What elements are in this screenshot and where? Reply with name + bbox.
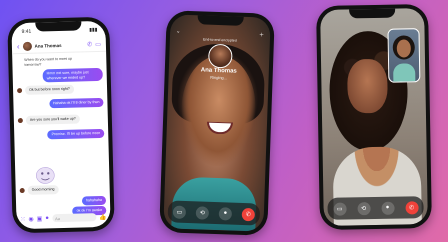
minimize-icon[interactable]: ⌄ [176, 29, 180, 36]
camera-flip-icon[interactable]: ⟲ [356, 201, 371, 215]
self-view-body [393, 63, 416, 82]
message-bubble: Good morning [27, 185, 59, 195]
chat-header: ‹ Ana Thomas ✆ ▭ [11, 36, 107, 55]
self-view-face [396, 39, 411, 58]
contact-avatar[interactable] [22, 41, 32, 51]
header-actions: ✆ ▭ [87, 40, 101, 47]
microphone-icon[interactable]: ● [380, 201, 395, 215]
message-list: When do you want to meet up tomorrow? Hm… [16, 54, 107, 216]
self-view-pip[interactable] [387, 28, 421, 83]
message-bubble: hahahaha [81, 195, 107, 206]
phone-call-icon[interactable]: ✆ [87, 41, 92, 48]
status-time: 9:41 [21, 28, 32, 35]
mic-icon[interactable]: ● [45, 215, 49, 221]
end-call-icon[interactable]: ✆ [404, 200, 419, 214]
phone-notch [349, 8, 396, 19]
video-icon[interactable]: ▭ [332, 202, 347, 216]
back-arrow-icon[interactable]: ‹ [17, 42, 20, 51]
end-call-icon[interactable]: ✆ [241, 207, 256, 221]
message-bubble: Hmm not sure, maybe just wherever we end… [42, 67, 103, 83]
image-icon[interactable]: ▣ [37, 215, 43, 222]
message-bubble: Promise. I'll be up before noon [47, 128, 105, 140]
message-bubble: When do you want to meet up tomorrow? [24, 56, 73, 67]
menu-dots-icon[interactable]: ⁙ [20, 215, 25, 222]
chat-screen: 9:41 ▮▮▮ ‹ Ana Thomas ✆ ▭ When do you wa… [11, 20, 111, 230]
chat-phone: 9:41 ▮▮▮ ‹ Ana Thomas ✆ ▭ When do you wa… [7, 16, 115, 234]
composer-bar: ⁙ ◉ ▣ ● Aa 👍 [20, 211, 107, 225]
message-bubble: Hahaha ok I'll 8 diner by then [48, 97, 104, 108]
camera-flip-icon[interactable]: ⟲ [195, 205, 210, 220]
contact-name[interactable]: Ana Thomas [35, 42, 85, 48]
contact-avatar-small [17, 88, 23, 94]
message-input[interactable]: Aa [51, 213, 97, 223]
call-screen: ⌄ ＋ End-to-end encrypted Ana Thomas Ring… [163, 14, 271, 232]
video-call-screen: ▭ ⟲ ● ✆ [320, 8, 428, 226]
message-bubble: Ok but before noon right? [24, 84, 74, 95]
call-controls: ▭ ⟲ ● ✆ [167, 200, 261, 226]
phone-notch [35, 21, 82, 32]
call-phone: ⌄ ＋ End-to-end encrypted Ana Thomas Ring… [159, 10, 275, 236]
sticker-image [36, 167, 55, 184]
add-person-icon[interactable]: ＋ [259, 31, 264, 38]
remote-participant-face [346, 58, 388, 114]
contact-avatar-small [19, 187, 25, 194]
signal-icon: ▮▮▮ [89, 27, 98, 34]
call-controls: ▭ ⟲ ● ✆ [327, 196, 424, 220]
video-icon[interactable]: ▭ [172, 205, 187, 219]
microphone-icon[interactable]: ● [218, 206, 233, 221]
camera-icon[interactable]: ◉ [28, 215, 33, 222]
video-call-icon[interactable]: ▭ [95, 40, 101, 47]
phone-notch [197, 15, 244, 26]
video-call-phone: ▭ ⟲ ● ✆ [316, 4, 432, 230]
contact-avatar-small [17, 117, 23, 124]
message-bubble: Are you sure you'll wake up? [25, 114, 80, 125]
thumbs-up-icon[interactable]: 👍 [99, 213, 107, 220]
